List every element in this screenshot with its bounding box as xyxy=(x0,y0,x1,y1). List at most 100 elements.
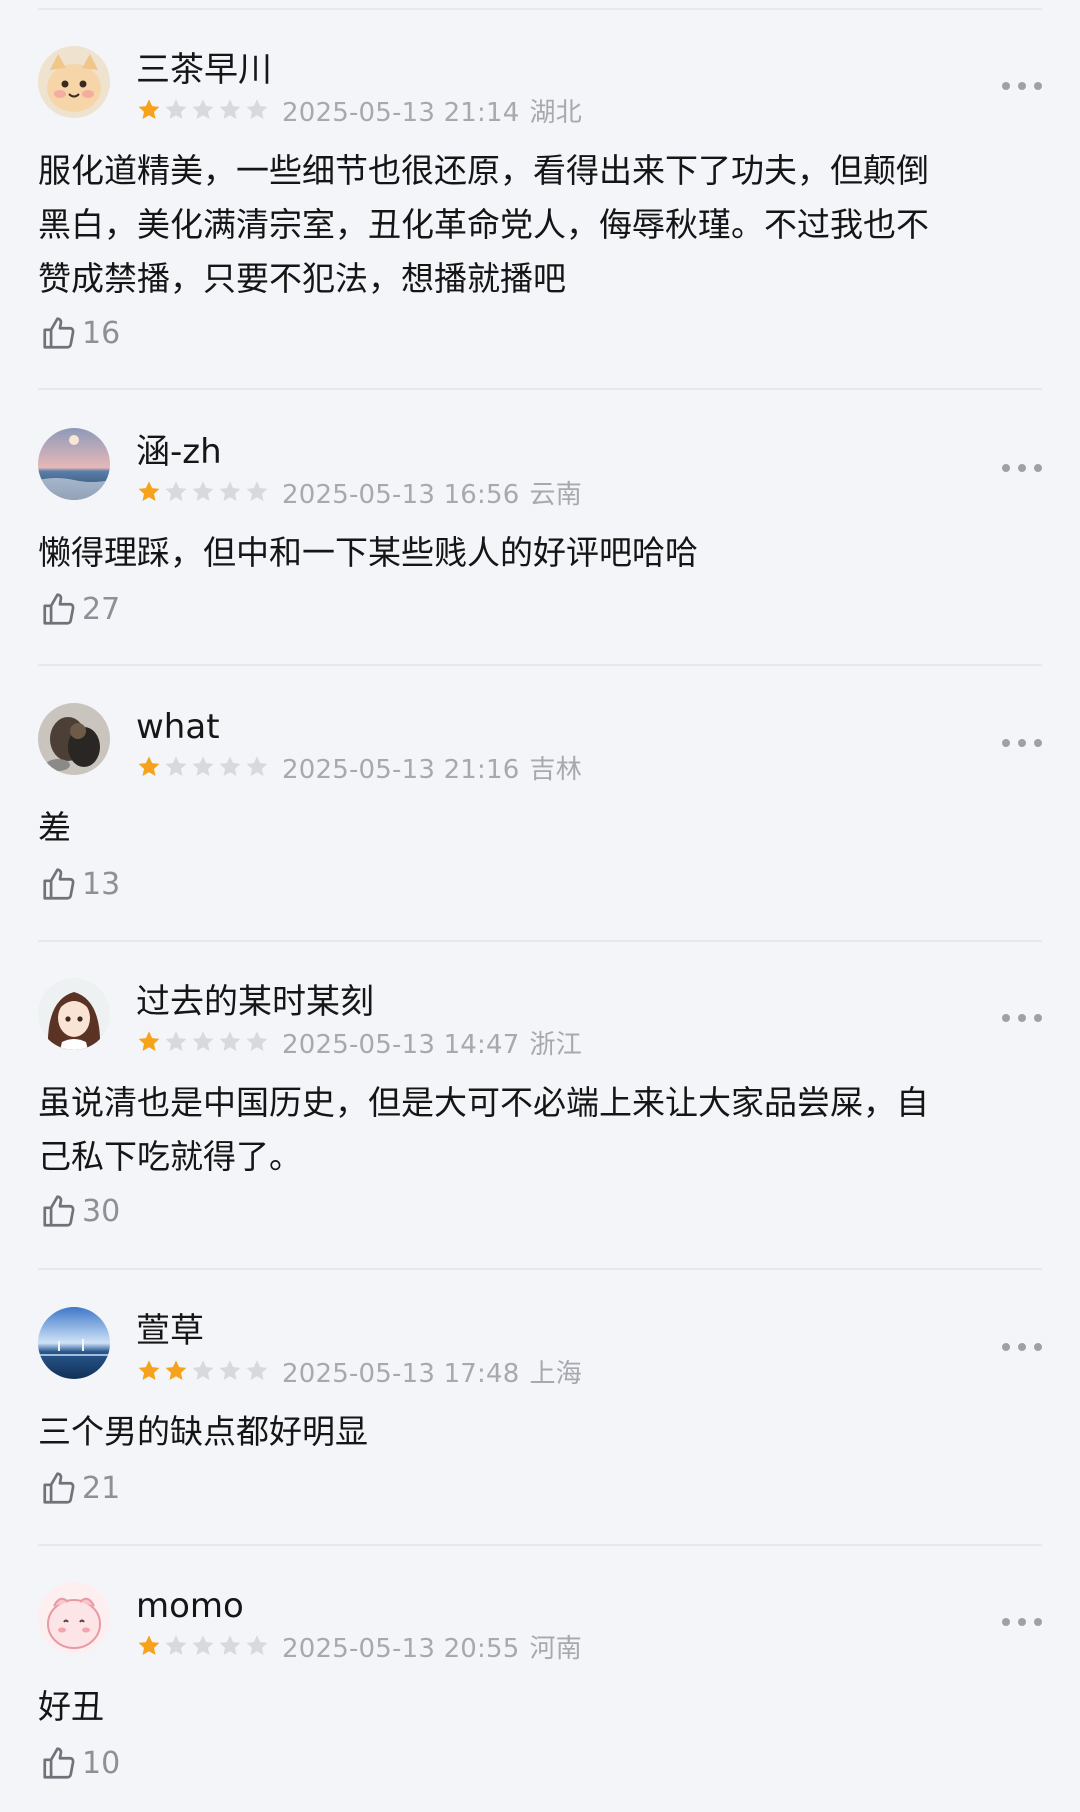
more-dots-icon[interactable] xyxy=(1002,733,1042,753)
thumbs-up-icon xyxy=(43,1747,75,1779)
star-filled-icon xyxy=(138,1360,160,1380)
divider xyxy=(38,388,1042,390)
comment-text: 差 xyxy=(38,808,71,847)
comment-meta: 2025-05-13 16:56 云南 xyxy=(136,476,582,510)
username[interactable]: momo xyxy=(136,1586,244,1626)
pink-cartoon-avatar-icon xyxy=(38,1582,110,1654)
more-dots-icon[interactable] xyxy=(1002,1008,1042,1028)
star-empty-icon xyxy=(219,756,241,776)
comment-date: 2025-05-13 14:47 xyxy=(282,1029,520,1060)
thumbs-up-icon xyxy=(43,593,75,625)
comment-text: 虽说清也是中国历史，但是大可不必端上来让大家品尝屎，自 己私下吃就得了。 xyxy=(38,1083,929,1176)
like-button[interactable]: 13 xyxy=(40,865,120,903)
like-count: 16 xyxy=(82,315,121,351)
like-button[interactable]: 10 xyxy=(40,1744,120,1782)
star-empty-icon xyxy=(192,1031,214,1051)
animal-photo-avatar-icon xyxy=(38,703,110,775)
more-dots-icon[interactable] xyxy=(1002,76,1042,96)
star-empty-icon xyxy=(219,1635,241,1655)
like-count: 21 xyxy=(82,1470,121,1506)
cat-avatar-icon xyxy=(38,46,110,118)
star-filled-icon xyxy=(138,1635,160,1655)
divider xyxy=(38,1268,1042,1270)
rating-stars xyxy=(136,479,270,505)
more-dots-icon[interactable] xyxy=(1002,1612,1042,1632)
comment-meta: 2025-05-13 20:55 河南 xyxy=(136,1630,582,1664)
comment-location: 云南 xyxy=(529,479,582,510)
more-dots-icon[interactable] xyxy=(1002,458,1042,478)
comment-date: 2025-05-13 16:56 xyxy=(282,479,520,510)
avatar[interactable] xyxy=(38,978,110,1050)
comment-meta: 2025-05-13 21:16 吉林 xyxy=(136,751,582,785)
comment-location: 湖北 xyxy=(529,97,582,128)
star-empty-icon xyxy=(246,481,268,501)
star-empty-icon xyxy=(219,99,241,119)
star-empty-icon xyxy=(246,1635,268,1655)
comment-text: 懒得理踩，但中和一下某些贱人的好评吧哈哈 xyxy=(38,533,698,572)
like-count: 30 xyxy=(82,1193,121,1229)
star-empty-icon xyxy=(192,99,214,119)
avatar[interactable] xyxy=(38,428,110,500)
star-filled-icon xyxy=(165,1360,187,1380)
star-filled-icon xyxy=(138,99,160,119)
star-empty-icon xyxy=(165,99,187,119)
comment-list: 三茶早川 2025-05-13 21:14 湖北 服化道精美，一些细节也很还原，看… xyxy=(0,0,1080,1812)
username[interactable]: what xyxy=(136,707,220,747)
username[interactable]: 萱草 xyxy=(136,1311,204,1351)
star-empty-icon xyxy=(246,756,268,776)
comment-meta: 2025-05-13 14:47 浙江 xyxy=(136,1026,582,1060)
like-button[interactable]: 16 xyxy=(40,314,120,352)
thumbs-up-icon xyxy=(43,1472,75,1504)
comment-date: 2025-05-13 21:14 xyxy=(282,97,520,128)
thumbs-up-icon xyxy=(43,317,75,349)
avatar[interactable] xyxy=(38,1307,110,1379)
divider xyxy=(38,1544,1042,1546)
like-count: 10 xyxy=(82,1745,121,1781)
rating-stars xyxy=(136,97,270,123)
username[interactable]: 过去的某时某刻 xyxy=(136,982,374,1022)
star-empty-icon xyxy=(246,99,268,119)
comment-text: 服化道精美，一些细节也很还原，看得出来下了功夫，但颠倒 黑白，美化满清宗室，丑化… xyxy=(38,151,929,298)
star-empty-icon xyxy=(219,1031,241,1051)
username[interactable]: 三茶早川 xyxy=(136,50,272,90)
star-empty-icon xyxy=(192,756,214,776)
sea-landscape-avatar-icon xyxy=(38,1307,110,1379)
rating-stars xyxy=(136,1633,270,1659)
avatar[interactable] xyxy=(38,46,110,118)
like-button[interactable]: 27 xyxy=(40,590,120,628)
star-empty-icon xyxy=(246,1360,268,1380)
comment-text: 好丑 xyxy=(38,1687,104,1726)
star-empty-icon xyxy=(219,481,241,501)
star-filled-icon xyxy=(138,481,160,501)
comment-date: 2025-05-13 20:55 xyxy=(282,1633,520,1664)
sunset-sea-avatar-icon xyxy=(38,428,110,500)
star-empty-icon xyxy=(165,756,187,776)
divider xyxy=(38,664,1042,666)
thumbs-up-icon xyxy=(43,868,75,900)
comment-location: 上海 xyxy=(529,1358,582,1389)
like-button[interactable]: 21 xyxy=(40,1469,120,1507)
like-count: 27 xyxy=(82,591,121,627)
like-button[interactable]: 30 xyxy=(40,1192,120,1230)
star-empty-icon xyxy=(246,1031,268,1051)
comment-meta: 2025-05-13 21:14 湖北 xyxy=(136,94,582,128)
divider xyxy=(38,940,1042,942)
comment-meta: 2025-05-13 17:48 上海 xyxy=(136,1355,582,1389)
star-empty-icon xyxy=(165,1635,187,1655)
avatar[interactable] xyxy=(38,703,110,775)
anime-girl-avatar-icon xyxy=(38,978,110,1050)
star-empty-icon xyxy=(192,1635,214,1655)
star-empty-icon xyxy=(165,1031,187,1051)
star-filled-icon xyxy=(138,756,160,776)
star-empty-icon xyxy=(192,1360,214,1380)
rating-stars xyxy=(136,1029,270,1055)
username[interactable]: 涵-zh xyxy=(136,432,222,472)
comment-text: 三个男的缺点都好明显 xyxy=(38,1412,368,1451)
rating-stars xyxy=(136,1358,270,1384)
like-count: 13 xyxy=(82,866,121,902)
star-empty-icon xyxy=(165,481,187,501)
star-empty-icon xyxy=(192,481,214,501)
comment-date: 2025-05-13 21:16 xyxy=(282,754,520,785)
more-dots-icon[interactable] xyxy=(1002,1337,1042,1357)
avatar[interactable] xyxy=(38,1582,110,1654)
